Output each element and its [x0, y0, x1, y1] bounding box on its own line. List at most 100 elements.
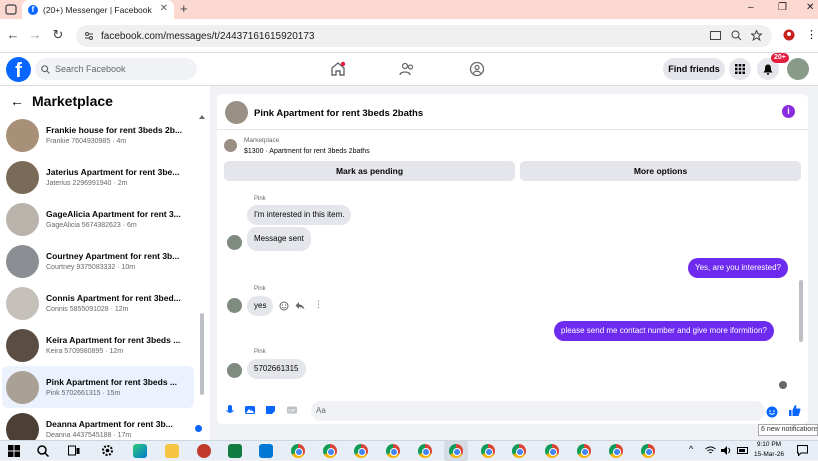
chrome-taskbar-icon[interactable]	[323, 444, 337, 458]
sticker-icon[interactable]	[265, 404, 277, 416]
tab-search-icon[interactable]	[5, 2, 17, 16]
excel-icon[interactable]	[228, 444, 242, 458]
menu-grid-button[interactable]	[729, 58, 751, 80]
url-omnibox[interactable]: facebook.com/messages/t/2443716161592017…	[76, 25, 772, 47]
microphone-icon[interactable]	[224, 404, 236, 416]
zoom-icon[interactable]	[731, 30, 742, 41]
gif-icon[interactable]: GIF	[286, 404, 298, 416]
outlook-icon[interactable]	[259, 444, 273, 458]
chrome-taskbar-icon[interactable]	[512, 444, 526, 458]
minimize-button[interactable]: –	[748, 2, 754, 13]
back-icon[interactable]: ←	[6, 28, 20, 42]
conversation-item[interactable]: Deanna Apartment for rent 3b... Deanna 44…	[2, 408, 202, 440]
like-thumbs-up-icon[interactable]	[788, 404, 801, 417]
chrome-taskbar-icon[interactable]	[577, 444, 591, 458]
chat-scrollbar[interactable]	[799, 280, 803, 342]
chrome-taskbar-icon[interactable]	[291, 444, 305, 458]
conversation-text: Jaterius Apartment for rent 3be... Jateri…	[46, 167, 186, 187]
find-friends-button[interactable]: Find friends	[663, 58, 725, 80]
chat-avatar[interactable]	[225, 101, 248, 124]
conversation-item[interactable]: Courtney Apartment for rent 3b... Courtne…	[2, 240, 194, 282]
speaker-icon[interactable]	[721, 446, 732, 455]
incoming-message[interactable]: 5702661315	[247, 359, 306, 379]
sender-avatar[interactable]	[227, 235, 242, 250]
chrome-taskbar-icon[interactable]	[609, 444, 623, 458]
chrome-taskbar-icon[interactable]	[481, 444, 495, 458]
address-bar-row: ← → ↻ facebook.com/messages/t/2443716161…	[0, 19, 818, 53]
chrome-taskbar-icon[interactable]	[386, 444, 400, 458]
conversation-item[interactable]: Connis Apartment for rent 3bed... Connis …	[2, 282, 194, 324]
chrome-taskbar-icon[interactable]	[641, 444, 655, 458]
emoji-icon[interactable]	[766, 406, 778, 418]
chrome-menu-icon[interactable]: ⋮	[806, 28, 817, 41]
close-tab-icon[interactable]: ✕	[160, 3, 168, 14]
site-settings-icon[interactable]	[84, 31, 94, 41]
emoji-react-icon[interactable]	[279, 301, 289, 311]
reload-icon[interactable]: ↻	[51, 28, 65, 42]
browser-tab-messenger[interactable]: f (20+) Messenger | Facebook ✕	[22, 0, 174, 19]
conversation-text: Deanna Apartment for rent 3b... Deanna 44…	[46, 419, 186, 439]
maximize-button[interactable]: ❐	[778, 2, 787, 13]
new-tab-button[interactable]: +	[180, 1, 188, 16]
more-options-button[interactable]: More options	[520, 161, 801, 181]
sender-avatar[interactable]	[227, 363, 242, 378]
notification-toast[interactable]: 6 new notifications	[758, 424, 818, 436]
message-input[interactable]: Aa	[311, 401, 765, 421]
incoming-message[interactable]: yes	[247, 296, 274, 316]
home-icon[interactable]	[330, 61, 346, 77]
conversation-item[interactable]: GageAlicia Apartment for rent 3... GageAl…	[2, 198, 194, 240]
outgoing-message[interactable]: please send me contact number and give m…	[554, 321, 774, 341]
conversation-item[interactable]: Frankie house for rent 3beds 2b... Franki…	[2, 114, 194, 156]
sidebar-scrollbar[interactable]	[200, 313, 204, 395]
more-actions-icon[interactable]: ⋮	[314, 299, 323, 310]
photo-icon[interactable]	[244, 404, 256, 416]
forward-icon[interactable]: →	[28, 28, 42, 42]
incoming-message[interactable]: Message sent	[247, 227, 311, 251]
taskbar-search-icon[interactable]	[37, 445, 49, 457]
conversation-item[interactable]: Pink Apartment for rent 3beds ... Pink 57…	[2, 366, 194, 408]
tray-overflow-icon[interactable]: ^	[689, 444, 693, 454]
back-arrow-icon[interactable]: ←	[10, 93, 24, 109]
battery-icon[interactable]	[737, 446, 749, 455]
taskbar-clock[interactable]: 9:10 PM 15-Mar-26	[752, 440, 786, 460]
conversation-item[interactable]: Keira Apartment for rent 3beds ... Keira …	[2, 324, 194, 366]
listing-thumbnail	[6, 202, 39, 236]
reply-icon[interactable]	[295, 301, 305, 311]
window-close-button[interactable]: ✕	[806, 2, 814, 13]
sender-avatar[interactable]	[227, 298, 242, 313]
profile-icon[interactable]	[783, 29, 795, 41]
listing-detail[interactable]: $1300 · Apartment for rent 3beds 2baths	[244, 148, 370, 155]
notification-center-icon[interactable]	[797, 445, 808, 456]
account-avatar[interactable]	[787, 58, 809, 80]
wifi-icon[interactable]	[705, 446, 716, 455]
friends-icon[interactable]	[399, 61, 415, 77]
groups-icon[interactable]	[469, 61, 485, 77]
info-icon[interactable]: i	[782, 105, 795, 118]
scroll-up-arrow-icon[interactable]	[199, 115, 205, 119]
conversation-preview: GageAlicia 5674382623 · 6m	[46, 222, 137, 229]
settings-gear-icon[interactable]	[101, 444, 114, 457]
facebook-favicon-icon: f	[28, 4, 38, 15]
listing-thumbnail	[6, 412, 39, 440]
bookmark-star-icon[interactable]	[751, 30, 762, 41]
chrome-taskbar-icon[interactable]	[354, 444, 368, 458]
listing-thumb[interactable]	[224, 139, 237, 152]
install-app-icon[interactable]	[710, 31, 721, 41]
search-input[interactable]: Search Facebook	[35, 58, 197, 80]
chrome-taskbar-icon[interactable]	[418, 444, 432, 458]
grid-icon	[735, 64, 745, 74]
mark-as-pending-button[interactable]: Mark as pending	[224, 161, 515, 181]
incoming-message[interactable]: I'm interested in this item.	[247, 205, 352, 225]
chat-title[interactable]: Pink Apartment for rent 3beds 2baths	[254, 108, 423, 119]
seen-indicator	[779, 381, 787, 389]
facebook-logo[interactable]: f	[6, 57, 31, 82]
chrome-taskbar-icon[interactable]	[449, 444, 463, 458]
windows-start-icon[interactable]	[8, 445, 20, 457]
conversation-item[interactable]: Jaterius Apartment for rent 3be... Jateri…	[2, 156, 194, 198]
edge-icon[interactable]	[133, 444, 147, 458]
file-explorer-icon[interactable]	[165, 444, 179, 458]
app-icon[interactable]	[197, 444, 211, 458]
outgoing-message[interactable]: Yes, are you interested?	[688, 258, 788, 278]
chrome-taskbar-icon[interactable]	[545, 444, 559, 458]
task-view-icon[interactable]	[68, 445, 80, 457]
